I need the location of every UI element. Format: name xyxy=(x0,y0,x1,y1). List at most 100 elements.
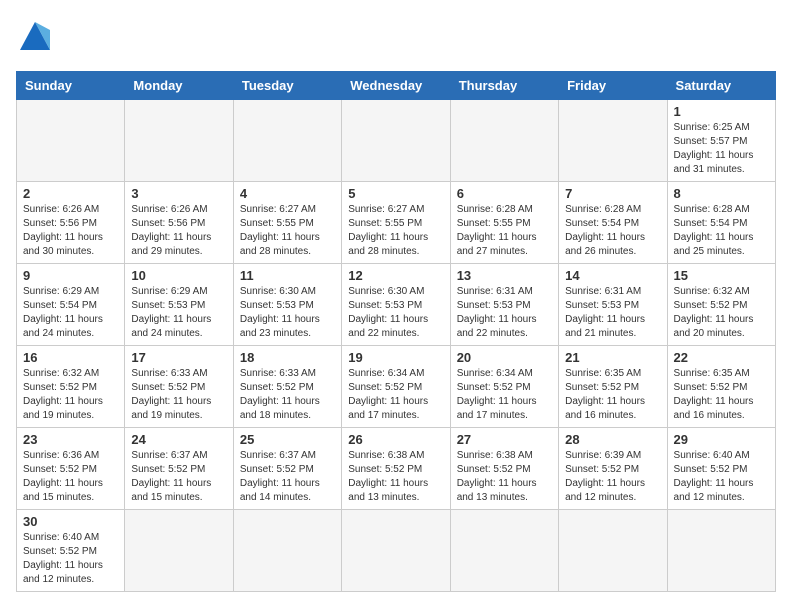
calendar-cell-25: 20 Sunrise: 6:34 AM Sunset: 5:52 PM Dayli… xyxy=(450,346,558,428)
day-info: Sunrise: 6:36 AM Sunset: 5:52 PM Dayligh… xyxy=(23,449,118,505)
day-number: 14 xyxy=(565,268,660,283)
day-number: 18 xyxy=(240,350,335,365)
weekday-header-wednesday: Wednesday xyxy=(342,72,450,100)
day-number: 22 xyxy=(674,350,769,365)
day-number: 29 xyxy=(674,432,769,447)
day-info: Sunrise: 6:28 AM Sunset: 5:54 PM Dayligh… xyxy=(674,203,769,259)
calendar-cell-23: 18 Sunrise: 6:33 AM Sunset: 5:52 PM Dayli… xyxy=(233,346,341,428)
day-info: Sunrise: 6:31 AM Sunset: 5:53 PM Dayligh… xyxy=(457,285,552,341)
calendar-row-1: 2 Sunrise: 6:26 AM Sunset: 5:56 PM Daylig… xyxy=(17,182,776,264)
day-number: 11 xyxy=(240,268,335,283)
calendar-cell-2 xyxy=(233,100,341,182)
logo-area xyxy=(16,16,58,59)
day-number: 16 xyxy=(23,350,118,365)
day-number: 19 xyxy=(348,350,443,365)
calendar-cell-10: 5 Sunrise: 6:27 AM Sunset: 5:55 PM Daylig… xyxy=(342,182,450,264)
calendar-row-5: 30Sunrise: 6:40 AM Sunset: 5:52 PM Dayli… xyxy=(17,510,776,592)
day-number: 26 xyxy=(348,432,443,447)
calendar-cell-3 xyxy=(342,100,450,182)
calendar-cell-37 xyxy=(233,510,341,592)
weekday-header-tuesday: Tuesday xyxy=(233,72,341,100)
day-number: 13 xyxy=(457,268,552,283)
logo-icon xyxy=(16,16,54,59)
calendar-row-3: 16 Sunrise: 6:32 AM Sunset: 5:52 PM Dayli… xyxy=(17,346,776,428)
calendar-cell-20: 15Sunrise: 6:32 AM Sunset: 5:52 PM Dayli… xyxy=(667,264,775,346)
day-number: 6 xyxy=(457,186,552,201)
day-number: 5 xyxy=(348,186,443,201)
calendar-cell-12: 7Sunrise: 6:28 AM Sunset: 5:54 PM Daylig… xyxy=(559,182,667,264)
day-number: 28 xyxy=(565,432,660,447)
weekday-header-row: SundayMondayTuesdayWednesdayThursdayFrid… xyxy=(17,72,776,100)
day-number: 21 xyxy=(565,350,660,365)
day-number: 12 xyxy=(348,268,443,283)
day-info: Sunrise: 6:26 AM Sunset: 5:56 PM Dayligh… xyxy=(23,203,118,259)
calendar-cell-13: 8 Sunrise: 6:28 AM Sunset: 5:54 PM Daylig… xyxy=(667,182,775,264)
day-number: 3 xyxy=(131,186,226,201)
calendar-cell-22: 17Sunrise: 6:33 AM Sunset: 5:52 PM Dayli… xyxy=(125,346,233,428)
day-number: 2 xyxy=(23,186,118,201)
calendar-cell-35: 30Sunrise: 6:40 AM Sunset: 5:52 PM Dayli… xyxy=(17,510,125,592)
day-number: 23 xyxy=(23,432,118,447)
day-info: Sunrise: 6:27 AM Sunset: 5:55 PM Dayligh… xyxy=(348,203,443,259)
day-info: Sunrise: 6:40 AM Sunset: 5:52 PM Dayligh… xyxy=(23,531,118,587)
day-info: Sunrise: 6:37 AM Sunset: 5:52 PM Dayligh… xyxy=(240,449,335,505)
calendar-cell-26: 21 Sunrise: 6:35 AM Sunset: 5:52 PM Dayli… xyxy=(559,346,667,428)
calendar-cell-31: 26Sunrise: 6:38 AM Sunset: 5:52 PM Dayli… xyxy=(342,428,450,510)
calendar-cell-30: 25Sunrise: 6:37 AM Sunset: 5:52 PM Dayli… xyxy=(233,428,341,510)
day-number: 20 xyxy=(457,350,552,365)
day-info: Sunrise: 6:34 AM Sunset: 5:52 PM Dayligh… xyxy=(457,367,552,423)
calendar-cell-8: 3Sunrise: 6:26 AM Sunset: 5:56 PM Daylig… xyxy=(125,182,233,264)
calendar-cell-0 xyxy=(17,100,125,182)
day-number: 15 xyxy=(674,268,769,283)
calendar-cell-1 xyxy=(125,100,233,182)
day-number: 24 xyxy=(131,432,226,447)
day-info: Sunrise: 6:33 AM Sunset: 5:52 PM Dayligh… xyxy=(240,367,335,423)
calendar-row-0: 1Sunrise: 6:25 AM Sunset: 5:57 PM Daylig… xyxy=(17,100,776,182)
calendar-cell-17: 12 Sunrise: 6:30 AM Sunset: 5:53 PM Dayli… xyxy=(342,264,450,346)
day-info: Sunrise: 6:30 AM Sunset: 5:53 PM Dayligh… xyxy=(348,285,443,341)
calendar-cell-14: 9Sunrise: 6:29 AM Sunset: 5:54 PM Daylig… xyxy=(17,264,125,346)
weekday-header-saturday: Saturday xyxy=(667,72,775,100)
day-info: Sunrise: 6:35 AM Sunset: 5:52 PM Dayligh… xyxy=(674,367,769,423)
calendar-cell-19: 14 Sunrise: 6:31 AM Sunset: 5:53 PM Dayli… xyxy=(559,264,667,346)
calendar-table: SundayMondayTuesdayWednesdayThursdayFrid… xyxy=(16,71,776,592)
day-info: Sunrise: 6:38 AM Sunset: 5:52 PM Dayligh… xyxy=(457,449,552,505)
calendar-cell-41 xyxy=(667,510,775,592)
calendar-cell-6: 1Sunrise: 6:25 AM Sunset: 5:57 PM Daylig… xyxy=(667,100,775,182)
weekday-header-monday: Monday xyxy=(125,72,233,100)
day-info: Sunrise: 6:27 AM Sunset: 5:55 PM Dayligh… xyxy=(240,203,335,259)
day-info: Sunrise: 6:40 AM Sunset: 5:52 PM Dayligh… xyxy=(674,449,769,505)
calendar-cell-11: 6 Sunrise: 6:28 AM Sunset: 5:55 PM Daylig… xyxy=(450,182,558,264)
calendar-cell-36 xyxy=(125,510,233,592)
day-info: Sunrise: 6:25 AM Sunset: 5:57 PM Dayligh… xyxy=(674,121,769,177)
calendar-row-2: 9Sunrise: 6:29 AM Sunset: 5:54 PM Daylig… xyxy=(17,264,776,346)
calendar-cell-4 xyxy=(450,100,558,182)
day-number: 10 xyxy=(131,268,226,283)
day-info: Sunrise: 6:28 AM Sunset: 5:54 PM Dayligh… xyxy=(565,203,660,259)
calendar-cell-39 xyxy=(450,510,558,592)
calendar-cell-18: 13 Sunrise: 6:31 AM Sunset: 5:53 PM Dayli… xyxy=(450,264,558,346)
calendar-cell-28: 23 Sunrise: 6:36 AM Sunset: 5:52 PM Dayli… xyxy=(17,428,125,510)
day-number: 8 xyxy=(674,186,769,201)
calendar-cell-40 xyxy=(559,510,667,592)
day-number: 9 xyxy=(23,268,118,283)
day-info: Sunrise: 6:35 AM Sunset: 5:52 PM Dayligh… xyxy=(565,367,660,423)
calendar-cell-7: 2 Sunrise: 6:26 AM Sunset: 5:56 PM Daylig… xyxy=(17,182,125,264)
day-number: 27 xyxy=(457,432,552,447)
day-info: Sunrise: 6:33 AM Sunset: 5:52 PM Dayligh… xyxy=(131,367,226,423)
calendar-cell-24: 19 Sunrise: 6:34 AM Sunset: 5:52 PM Dayli… xyxy=(342,346,450,428)
calendar-cell-27: 22 Sunrise: 6:35 AM Sunset: 5:52 PM Dayli… xyxy=(667,346,775,428)
day-info: Sunrise: 6:30 AM Sunset: 5:53 PM Dayligh… xyxy=(240,285,335,341)
calendar-cell-32: 27 Sunrise: 6:38 AM Sunset: 5:52 PM Dayli… xyxy=(450,428,558,510)
calendar-cell-15: 10Sunrise: 6:29 AM Sunset: 5:53 PM Dayli… xyxy=(125,264,233,346)
calendar-cell-21: 16 Sunrise: 6:32 AM Sunset: 5:52 PM Dayli… xyxy=(17,346,125,428)
calendar-row-4: 23 Sunrise: 6:36 AM Sunset: 5:52 PM Dayli… xyxy=(17,428,776,510)
day-info: Sunrise: 6:31 AM Sunset: 5:53 PM Dayligh… xyxy=(565,285,660,341)
day-info: Sunrise: 6:34 AM Sunset: 5:52 PM Dayligh… xyxy=(348,367,443,423)
calendar-cell-16: 11 Sunrise: 6:30 AM Sunset: 5:53 PM Dayli… xyxy=(233,264,341,346)
weekday-header-thursday: Thursday xyxy=(450,72,558,100)
day-info: Sunrise: 6:32 AM Sunset: 5:52 PM Dayligh… xyxy=(23,367,118,423)
calendar-cell-33: 28Sunrise: 6:39 AM Sunset: 5:52 PM Dayli… xyxy=(559,428,667,510)
header xyxy=(16,16,776,59)
day-info: Sunrise: 6:28 AM Sunset: 5:55 PM Dayligh… xyxy=(457,203,552,259)
